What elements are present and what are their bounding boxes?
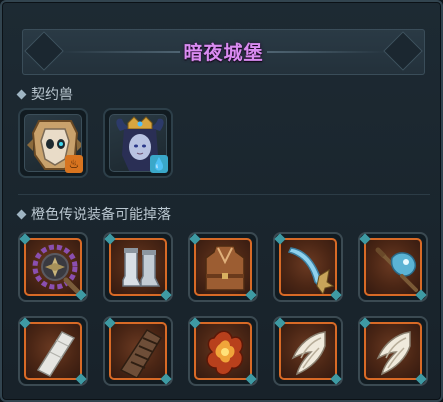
drops-section-label: 橙色传说装备可能掉落 <box>31 207 171 223</box>
item-frame <box>109 238 167 296</box>
drop-item-slot-5[interactable] <box>358 232 428 302</box>
pet-slot-1[interactable]: ♨ <box>18 108 88 178</box>
leather-tunic-icon <box>205 245 245 291</box>
section-divider <box>18 194 430 195</box>
drop-item-slot-9[interactable] <box>273 316 343 386</box>
item-frame <box>279 322 337 380</box>
pets-section-header: 契约兽 <box>16 84 73 104</box>
item-frame <box>24 322 82 380</box>
spiked-ring-shield-icon <box>32 244 80 294</box>
item-frame <box>194 238 252 296</box>
frost-bird-wand-icon <box>375 247 418 292</box>
drop-item-slot-4[interactable] <box>273 232 343 302</box>
item-frame <box>24 238 82 296</box>
wrapped-bandage-bracer-icon <box>119 328 163 378</box>
drop-item-slot-2[interactable] <box>103 232 173 302</box>
ice-crescent-blade-icon <box>287 247 335 294</box>
dungeon-info-panel: 暗夜城堡 契约兽 ♨ 💧 橙色传说装备可能掉落 <box>0 0 443 402</box>
diamond-bullet-icon <box>16 209 27 219</box>
winged-boots-icon <box>291 331 326 376</box>
flame-amulet-icon <box>206 330 244 376</box>
item-frame <box>109 322 167 380</box>
drop-item-slot-8[interactable] <box>188 316 258 386</box>
item-frame <box>364 322 422 380</box>
drops-section-header: 橙色传说装备可能掉落 <box>16 204 171 224</box>
drop-item-slot-1[interactable] <box>18 232 88 302</box>
water-element-icon: 💧 <box>150 155 168 173</box>
pets-section-label: 契约兽 <box>31 87 73 103</box>
drop-item-slot-7[interactable] <box>103 316 173 386</box>
steel-greaves-icon <box>122 248 161 287</box>
drop-item-slot-6[interactable] <box>18 316 88 386</box>
winged-boots-icon <box>376 331 411 376</box>
drop-item-slot-3[interactable] <box>188 232 258 302</box>
item-frame <box>194 322 252 380</box>
dungeon-title: 暗夜城堡 <box>183 42 264 64</box>
diamond-bullet-icon <box>16 89 27 99</box>
drop-item-slot-10[interactable] <box>358 316 428 386</box>
cloth-bracer-icon <box>36 331 76 377</box>
fire-element-icon: ♨ <box>65 155 83 173</box>
pet-slot-2[interactable]: 💧 <box>103 108 173 178</box>
item-frame <box>364 238 422 296</box>
item-frame <box>279 238 337 296</box>
title-bar: 暗夜城堡 <box>22 29 425 75</box>
